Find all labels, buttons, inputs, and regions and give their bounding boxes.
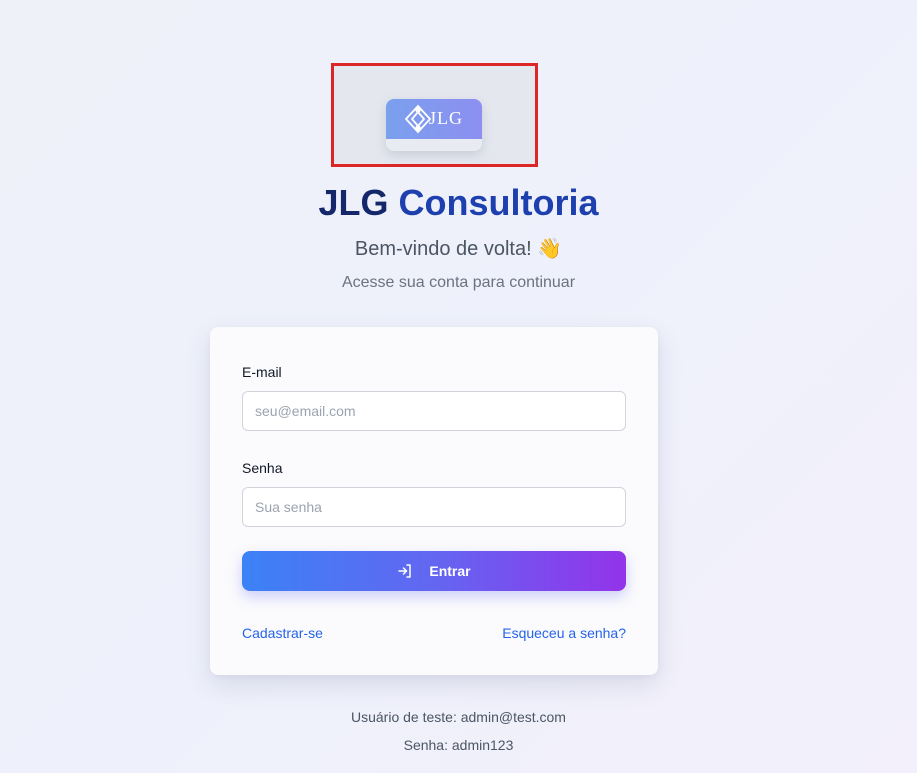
register-link[interactable]: Cadastrar-se — [242, 624, 323, 642]
test-password-info: Senha: admin123 — [403, 737, 514, 753]
logo-banner: JLG — [386, 99, 482, 139]
waving-hand-icon: 👋 — [537, 238, 563, 260]
email-label: E-mail — [242, 364, 282, 380]
password-field[interactable] — [242, 487, 626, 527]
login-icon — [398, 564, 412, 578]
password-label: Senha — [242, 460, 283, 476]
welcome-message: Bem-vindo de volta! 👋 — [0, 235, 917, 263]
test-user-info: Usuário de teste: admin@test.com — [351, 709, 566, 725]
email-field[interactable] — [242, 391, 626, 431]
login-form-card: E-mail Senha Entrar Cadastrar-se Esquece… — [210, 327, 658, 675]
diamond-logo-icon — [404, 104, 432, 134]
forgot-password-link[interactable]: Esqueceu a senha? — [502, 624, 626, 642]
logo: JLG — [386, 99, 482, 151]
page-subtitle: Acesse sua conta para continuar — [341, 274, 576, 291]
page-title-part-1: JLG — [318, 182, 399, 223]
login-button[interactable]: Entrar — [242, 551, 626, 591]
welcome-text: Bem-vindo de volta! — [354, 238, 532, 260]
page-title-part-2: Consultoria — [398, 182, 599, 223]
page-title: JLG Consultoria — [0, 181, 917, 225]
login-button-label: Entrar — [429, 563, 471, 579]
logo-text: JLG — [429, 108, 463, 128]
